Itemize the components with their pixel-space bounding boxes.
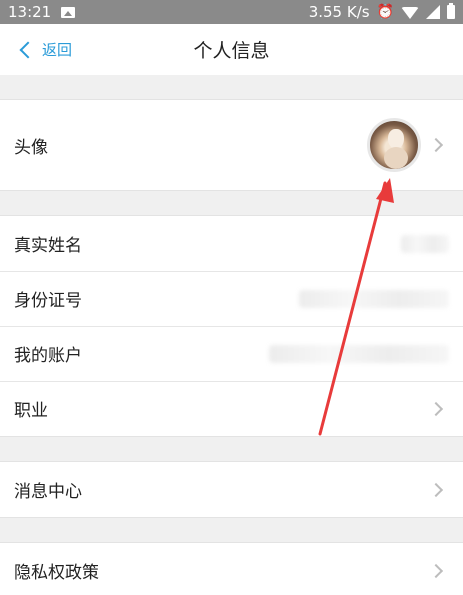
chevron-right-icon [428,563,444,578]
account-right [269,326,449,381]
message-group: 消息中心 [0,461,463,518]
privacy-policy-right [428,543,449,595]
id-number-right [299,271,449,326]
account-value-redacted [269,344,449,363]
privacy-policy-row[interactable]: 隐私权政策 [0,543,463,595]
page-title: 个人信息 [193,40,270,62]
id-number-label: 身份证号 [14,291,82,311]
real-name-label: 真实姓名 [14,236,82,256]
occupation-label: 职业 [14,401,48,421]
message-center-row[interactable]: 消息中心 [0,462,463,517]
back-button[interactable]: 返回 [18,24,72,75]
status-time: 13:21 [8,3,52,21]
avatar-label: 头像 [14,137,48,158]
privacy-group: 隐私权政策 [0,542,463,595]
avatar-group: 头像 [0,99,463,191]
account-row[interactable]: 我的账户 [0,326,463,381]
signal-icon [426,5,440,19]
avatar-right [367,100,449,190]
real-name-value-redacted [401,234,449,253]
occupation-row[interactable]: 职业 [0,381,463,436]
chevron-right-icon [428,137,444,153]
chevron-right-icon [428,482,444,497]
network-speed: 3.55 K/s [308,3,370,21]
avatar [367,118,421,172]
id-number-value-redacted [299,289,449,308]
account-label: 我的账户 [14,346,82,366]
id-number-row[interactable]: 身份证号 [0,271,463,326]
back-label: 返回 [42,41,73,59]
real-name-right [401,216,449,271]
real-name-row[interactable]: 真实姓名 [0,216,463,271]
chevron-right-icon [428,401,444,416]
occupation-right [428,381,449,436]
message-center-right [428,462,449,517]
battery-icon [447,3,455,19]
avatar-row[interactable]: 头像 [0,100,463,190]
nav-bar: 返回 个人信息 [0,24,463,75]
chevron-left-icon [19,41,37,58]
status-bar: 13:21 3.55 K/s ⏰ [0,0,463,24]
message-center-label: 消息中心 [14,482,82,502]
profile-group: 真实姓名 身份证号 我的账户 职业 [0,215,463,437]
status-right: 3.55 K/s ⏰ [309,3,455,21]
privacy-policy-label: 隐私权政策 [14,563,99,583]
wifi-icon [401,7,419,19]
status-left: 13:21 [8,3,76,21]
image-icon [61,6,76,18]
alarm-icon: ⏰ [376,4,394,20]
